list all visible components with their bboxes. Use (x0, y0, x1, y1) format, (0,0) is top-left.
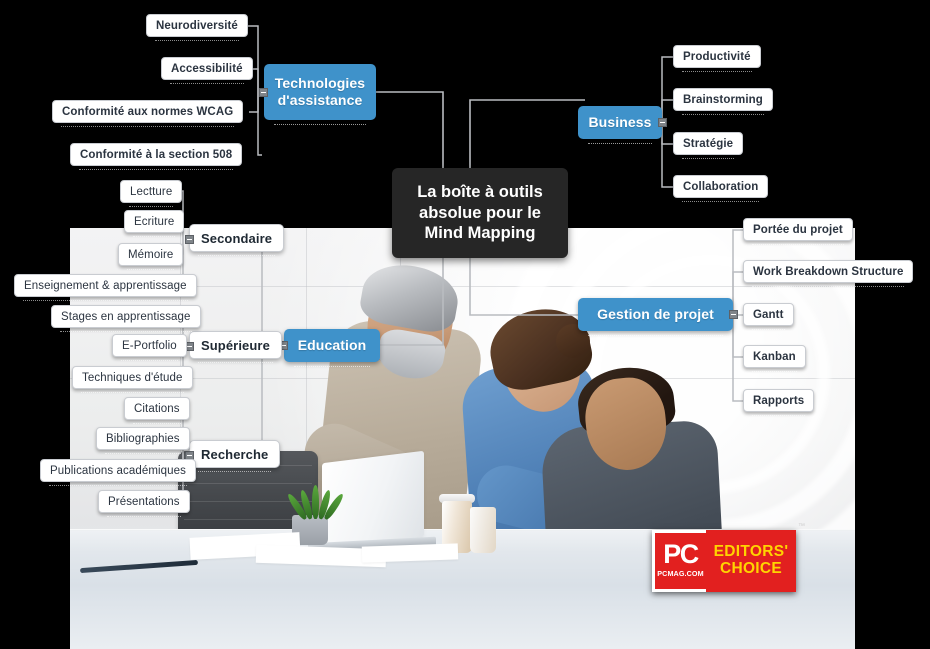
leaf-label: Enseignement & apprentissage (24, 279, 187, 292)
leaf-node-rapports[interactable]: Rapports (743, 389, 815, 416)
leaf-node-portee-du-projet[interactable]: Portée du projet (743, 218, 853, 245)
leaf-node-brainstorming[interactable]: Brainstorming (673, 88, 773, 115)
leaf-node-neurodiversite[interactable]: Neurodiversité (146, 14, 248, 41)
leaf-label: Lectture (130, 185, 173, 198)
collapse-toggle-secondaire[interactable] (185, 235, 194, 244)
editors-choice-line1: EDITORS' (713, 543, 789, 561)
leaf-node-memoire[interactable]: Mémoire (118, 243, 184, 270)
leaf-node-lectture[interactable]: Lectture (120, 180, 183, 207)
branch-label-line2: d'assistance (277, 92, 363, 108)
leaf-label: Conformité à la section 508 (80, 148, 233, 161)
leaf-label: Ecriture (134, 215, 175, 228)
leaf-label: Bibliographies (106, 432, 180, 445)
group-label: Recherche (201, 446, 269, 462)
trademark-symbol: ™ (798, 523, 805, 530)
pcmag-editors-choice-badge: PC PCMAG.COM EDITORS' CHOICE ™ (652, 523, 805, 592)
leaf-label: Accessibilité (171, 62, 243, 75)
leaf-node-stages-en-apprentissage[interactable]: Stages en apprentissage (51, 305, 201, 332)
branch-label: Business (588, 114, 652, 131)
mindmap-canvas: La boîte à outils absolue pour le Mind M… (0, 0, 930, 649)
group-node-recherche[interactable]: Recherche (185, 440, 281, 472)
leaf-node-work-breakdown-structure[interactable]: Work Breakdown Structure (743, 260, 914, 287)
leaf-node-conformite-section-508[interactable]: Conformité à la section 508 (70, 143, 243, 170)
leaf-node-productivite[interactable]: Productivité (673, 45, 761, 72)
leaf-node-collaboration[interactable]: Collaboration (673, 175, 769, 202)
leaf-node-ecriture[interactable]: Ecriture (124, 210, 185, 237)
leaf-node-gantt[interactable]: Gantt (743, 303, 794, 330)
branch-node-technologies-assistance[interactable]: Technologies d'assistance (259, 64, 376, 125)
leaf-label: E-Portfolio (122, 339, 177, 352)
paper-sheet (361, 543, 459, 563)
pcmag-url-text: PCMAG.COM (657, 568, 704, 578)
pcmag-logo-text: PC (663, 539, 699, 570)
group-node-secondaire[interactable]: Secondaire (185, 224, 285, 256)
pcmag-logo-block: PC PCMAG.COM (652, 530, 706, 592)
editors-choice-block: EDITORS' CHOICE ™ (706, 523, 805, 592)
leaf-label: Mémoire (128, 248, 174, 261)
branch-node-education[interactable]: Education (279, 329, 380, 367)
leaf-label: Conformité aux normes WCAG (62, 105, 234, 118)
leaf-node-presentations[interactable]: Présentations (98, 490, 190, 517)
leaf-label: Gantt (753, 308, 784, 321)
leaf-node-e-portfolio[interactable]: E-Portfolio (112, 334, 187, 361)
leaf-label: Présentations (108, 495, 180, 508)
leaf-label: Productivité (683, 50, 751, 63)
leaf-label: Stratégie (683, 137, 734, 150)
leaf-node-enseignement-apprentissage[interactable]: Enseignement & apprentissage (14, 274, 197, 301)
branch-label-line1: Technologies (274, 75, 366, 92)
leaf-node-techniques-etude[interactable]: Techniques d'étude (72, 366, 193, 393)
central-topic-node[interactable]: La boîte à outils absolue pour le Mind M… (392, 168, 568, 258)
leaf-label: Rapports (753, 394, 805, 407)
collapse-toggle-gestion-de-projet[interactable] (729, 310, 738, 319)
leaf-node-citations[interactable]: Citations (124, 397, 190, 424)
leaf-node-strategie[interactable]: Stratégie (673, 132, 744, 159)
leaf-label: Neurodiversité (156, 19, 238, 32)
leaf-label: Collaboration (683, 180, 759, 193)
leaf-label: Citations (134, 402, 180, 415)
branch-label: Gestion de projet (597, 306, 714, 323)
leaf-label: Publications académiques (50, 464, 187, 477)
branch-node-gestion-de-projet[interactable]: Gestion de projet (578, 298, 738, 336)
leaf-node-accessibilite[interactable]: Accessibilité (161, 57, 253, 84)
leaf-node-bibliographies[interactable]: Bibliographies (96, 427, 190, 454)
branch-label: Education (297, 337, 367, 354)
leaf-node-publications-academiques[interactable]: Publications académiques (40, 459, 197, 486)
group-label: Secondaire (201, 230, 273, 246)
leaf-node-kanban[interactable]: Kanban (743, 345, 806, 372)
leaf-label: Kanban (753, 350, 796, 363)
editors-choice-line2: CHOICE (719, 560, 783, 577)
coffee-cup (470, 507, 496, 553)
group-node-superieure[interactable]: Supérieure (185, 331, 282, 363)
group-label: Supérieure (201, 337, 270, 353)
collapse-toggle-technologies-assistance[interactable] (259, 88, 268, 97)
leaf-label: Techniques d'étude (82, 371, 183, 384)
leaf-label: Work Breakdown Structure (753, 265, 904, 278)
leaf-label: Stages en apprentissage (61, 310, 191, 323)
central-topic-label: La boîte à outils absolue pour le Mind M… (417, 182, 543, 243)
leaf-label: Portée du projet (753, 223, 843, 236)
leaf-node-conformite-wcag[interactable]: Conformité aux normes WCAG (52, 100, 244, 127)
collapse-toggle-business[interactable] (658, 118, 667, 127)
leaf-label: Brainstorming (683, 93, 763, 106)
branch-node-business[interactable]: Business (578, 106, 667, 144)
